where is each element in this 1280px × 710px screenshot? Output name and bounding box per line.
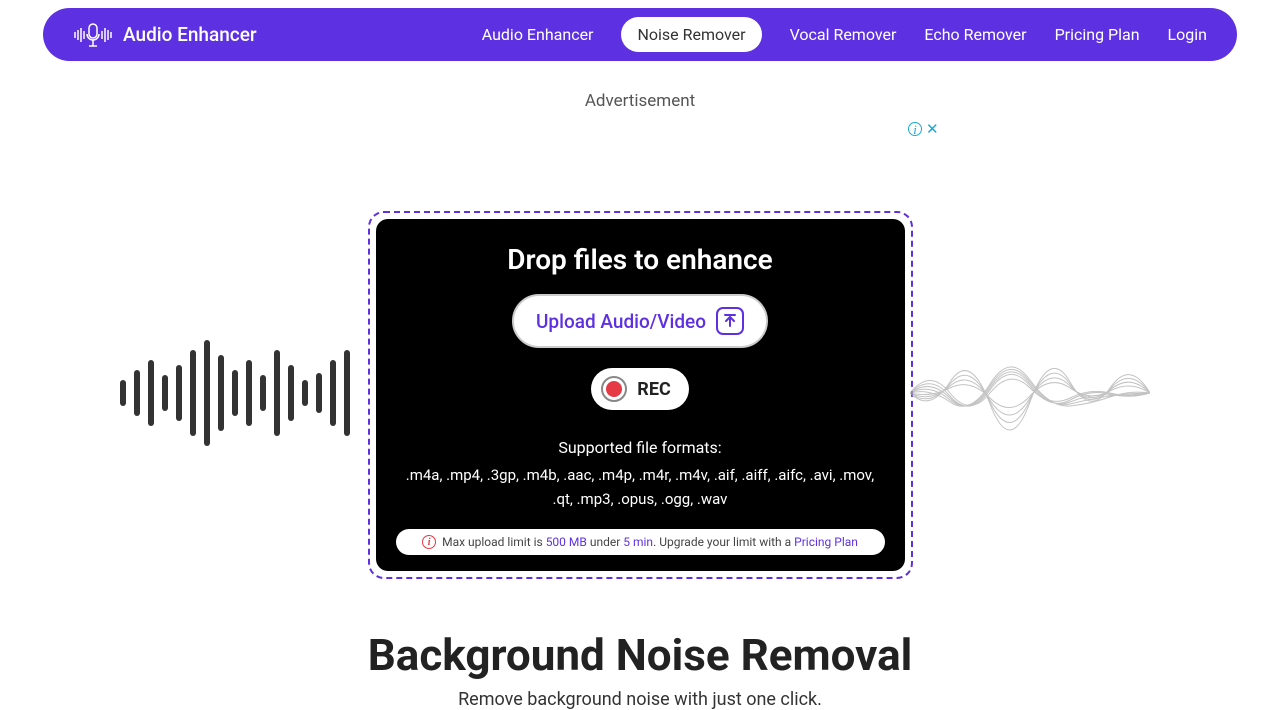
formats-list: .m4a, .mp4, .3gp, .m4b, .aac, .m4p, .m4r… <box>396 463 885 511</box>
upload-button[interactable]: Upload Audio/Video <box>512 294 768 348</box>
nav-audio-enhancer[interactable]: Audio Enhancer <box>482 25 594 44</box>
pricing-plan-link[interactable]: Pricing Plan <box>794 535 858 549</box>
navbar: Audio Enhancer Audio Enhancer Noise Remo… <box>43 8 1237 61</box>
nav-menu: Audio Enhancer Noise Remover Vocal Remov… <box>482 17 1207 52</box>
record-label: REC <box>637 379 670 400</box>
upload-dropzone[interactable]: Drop files to enhance Upload Audio/Video <box>368 211 913 579</box>
page-title: Background Noise Removal <box>0 629 1280 681</box>
waveform-right-icon <box>910 348 1150 442</box>
info-icon: i <box>422 535 436 549</box>
record-button[interactable]: REC <box>591 368 688 410</box>
ad-label: Advertisement <box>0 91 1280 111</box>
limit-text: Max upload limit is 500 MB under 5 min. … <box>442 535 858 549</box>
page-subtitle: Remove background noise with just one cl… <box>0 689 1280 710</box>
nav-brand[interactable]: Audio Enhancer <box>73 20 257 50</box>
nav-pricing-plan[interactable]: Pricing Plan <box>1055 25 1140 44</box>
upload-card: Drop files to enhance Upload Audio/Video <box>376 219 905 571</box>
microphone-wave-icon <box>73 20 113 50</box>
main-content: Drop files to enhance Upload Audio/Video <box>0 211 1280 579</box>
nav-noise-remover[interactable]: Noise Remover <box>621 17 761 52</box>
formats-label: Supported file formats: <box>396 438 885 457</box>
section-heading: Background Noise Removal Remove backgrou… <box>0 629 1280 710</box>
upload-icon <box>716 307 744 335</box>
limit-bar: i Max upload limit is 500 MB under 5 min… <box>396 529 885 555</box>
upload-button-label: Upload Audio/Video <box>536 310 706 333</box>
nav-login[interactable]: Login <box>1168 25 1207 44</box>
nav-echo-remover[interactable]: Echo Remover <box>924 25 1026 44</box>
nav-vocal-remover[interactable]: Vocal Remover <box>790 25 897 44</box>
ad-info-icon[interactable]: i <box>908 122 922 136</box>
record-icon <box>601 376 627 402</box>
upload-title: Drop files to enhance <box>396 243 885 276</box>
ad-controls: i ✕ <box>908 120 939 138</box>
waveform-left-icon <box>115 338 355 452</box>
brand-name: Audio Enhancer <box>123 23 257 46</box>
ad-close-icon[interactable]: ✕ <box>926 120 939 138</box>
